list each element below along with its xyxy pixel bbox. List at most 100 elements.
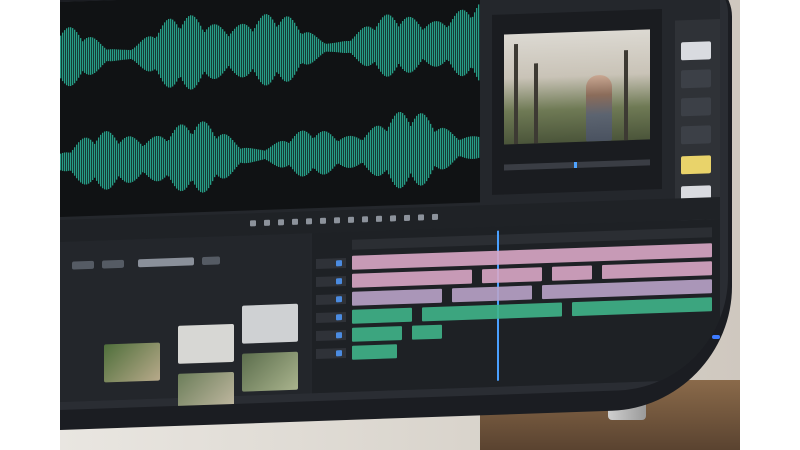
transport-button[interactable] [250,220,256,227]
bin-tab[interactable] [202,256,220,266]
transport-button[interactable] [306,218,312,225]
timeline-clip[interactable] [352,326,402,342]
waveform-sample [120,49,122,61]
waveform-sample [340,139,342,166]
waveform-sample [366,134,368,168]
timeline-clip[interactable] [572,297,712,317]
waveform-sample [332,43,334,52]
waveform-sample [258,149,260,161]
waveform-sample [368,26,370,66]
bin-tab[interactable] [72,260,94,270]
waveform-sample [328,132,330,173]
track-toggle-button[interactable] [336,350,342,357]
transport-button[interactable] [292,218,298,225]
transport-button[interactable] [320,217,326,224]
waveform-sample [190,133,192,182]
clip-thumbnail[interactable] [178,323,234,364]
waveform-sample [464,137,466,158]
waveform-sample [212,24,214,79]
transport-button[interactable] [404,214,410,221]
waveform-sample [150,138,152,179]
timeline-clip[interactable] [542,279,712,300]
side-panel-button[interactable] [681,125,711,145]
track-toggle-button[interactable] [336,278,342,285]
side-panel-button[interactable] [681,97,711,117]
waveform-sample [238,25,240,77]
waveform-sample [138,141,140,177]
waveform-sample [386,130,388,171]
timeline-clip[interactable] [412,324,442,340]
transport-button[interactable] [376,215,382,222]
waveform-sample [456,137,458,159]
waveform-sample [434,131,436,167]
waveform-sample [380,19,382,72]
transport-button[interactable] [362,216,368,223]
waveform-sample [396,23,398,68]
side-panel-button[interactable] [681,41,711,61]
waveform-sample [80,38,82,75]
transport-button[interactable] [390,215,396,222]
transport-button[interactable] [278,219,284,226]
waveform-sample [396,113,398,188]
waveform-sample [260,17,262,83]
waveform-sample [456,13,458,74]
waveform-sample [178,125,180,191]
clip-thumbnail[interactable] [178,371,234,411]
timeline-clip[interactable] [602,261,712,280]
waveform-sample [256,24,258,76]
waveform-sample [168,139,170,177]
track-toggle-button[interactable] [336,314,342,321]
waveform-sample [284,17,286,82]
waveform-sample [446,27,448,60]
program-scrubber[interactable] [504,159,650,171]
transport-button[interactable] [334,217,340,224]
timeline-clip[interactable] [552,265,592,281]
waveform-sample [220,134,222,178]
transport-button[interactable] [264,219,270,226]
clip-thumbnail[interactable] [242,351,298,392]
waveform-sample [122,139,124,181]
transport-button[interactable] [348,216,354,223]
waveform-sample [362,139,364,163]
scrub-head[interactable] [574,161,577,169]
track-toggle-button[interactable] [336,260,342,267]
transport-button[interactable] [418,214,424,221]
audio-waveform-panel [60,0,480,217]
timeline-clip[interactable] [482,267,542,284]
bin-tab[interactable] [102,259,124,269]
waveform-sample [64,30,66,84]
waveform-sample [136,45,138,64]
timeline-clip[interactable] [452,285,532,303]
clip-thumbnail[interactable] [242,303,298,344]
waveform-sample [70,152,72,171]
timeline-clip[interactable] [352,344,397,360]
waveform-sample [262,150,264,160]
waveform-sample [354,136,356,167]
track-toggle-button[interactable] [336,296,342,303]
waveform-sample [446,129,448,168]
waveform-sample [138,43,140,65]
waveform-sample [384,15,386,76]
waveform-sample [262,15,264,85]
clip-thumbnail[interactable] [104,342,160,383]
waveform-sample [142,145,144,173]
track-toggle-button[interactable] [336,332,342,339]
waveform-sample [410,16,412,73]
bin-tab-active[interactable] [138,257,194,268]
waveform-sample [72,28,74,86]
side-panel-button[interactable] [681,155,711,175]
waveform-sample [292,138,294,170]
timeline-clip[interactable] [352,269,472,288]
transport-button[interactable] [432,213,438,221]
waveform-sample [422,29,424,60]
waveform-sample [132,137,134,182]
timeline-clip[interactable] [352,307,412,324]
timeline-clip[interactable] [352,288,442,306]
waveform-sample [90,37,92,75]
timeline-clip[interactable] [422,302,562,322]
side-panel-button[interactable] [681,69,711,89]
waveform-sample [322,41,324,54]
waveform-sample [390,15,392,76]
waveform-sample [202,29,204,75]
waveform-sample [208,27,210,77]
